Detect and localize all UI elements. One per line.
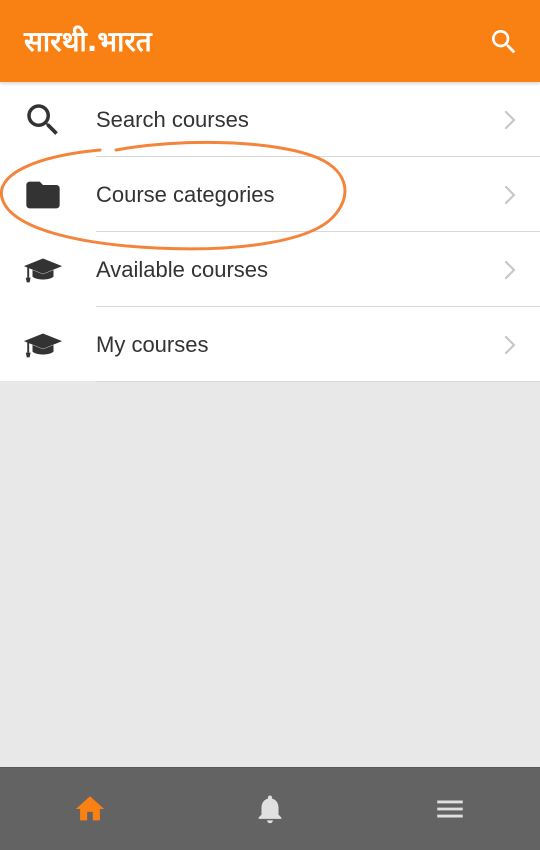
menu-item-label: Available courses xyxy=(96,257,269,282)
home-icon xyxy=(75,796,105,821)
chevron-right-icon xyxy=(504,260,516,280)
menu-item-label: Course categories xyxy=(96,182,275,207)
chevron-right-icon xyxy=(504,110,516,130)
menu-item-course-categories[interactable]: Course categories xyxy=(0,157,540,232)
menu-icon xyxy=(437,800,463,818)
search-icon xyxy=(492,30,516,54)
graduation-cap-icon xyxy=(22,324,64,366)
graduation-cap-icon xyxy=(22,249,64,291)
app-title: सारथी.भारत xyxy=(24,25,152,58)
bottom-navigation xyxy=(0,767,540,850)
tab-notifications[interactable] xyxy=(180,768,360,850)
search-icon xyxy=(22,99,64,141)
tab-home[interactable] xyxy=(0,768,180,850)
bell-icon xyxy=(258,795,282,824)
menu-item-label: My courses xyxy=(96,332,209,357)
menu-item-available-courses[interactable]: Available courses xyxy=(0,232,540,307)
chevron-right-icon xyxy=(504,335,516,355)
chevron-right-icon xyxy=(504,185,516,205)
menu-item-my-courses[interactable]: My courses xyxy=(0,307,540,382)
divider xyxy=(96,381,540,382)
header-search-button[interactable] xyxy=(484,22,524,62)
menu-item-search-courses[interactable]: Search courses xyxy=(0,82,540,157)
tab-more-menu[interactable] xyxy=(360,768,540,850)
app-header: सारथी.भारत xyxy=(0,0,540,82)
menu-item-label: Search courses xyxy=(96,107,249,132)
course-menu-list: Search courses Course categories Availab… xyxy=(0,82,540,382)
folder-icon xyxy=(22,174,64,216)
